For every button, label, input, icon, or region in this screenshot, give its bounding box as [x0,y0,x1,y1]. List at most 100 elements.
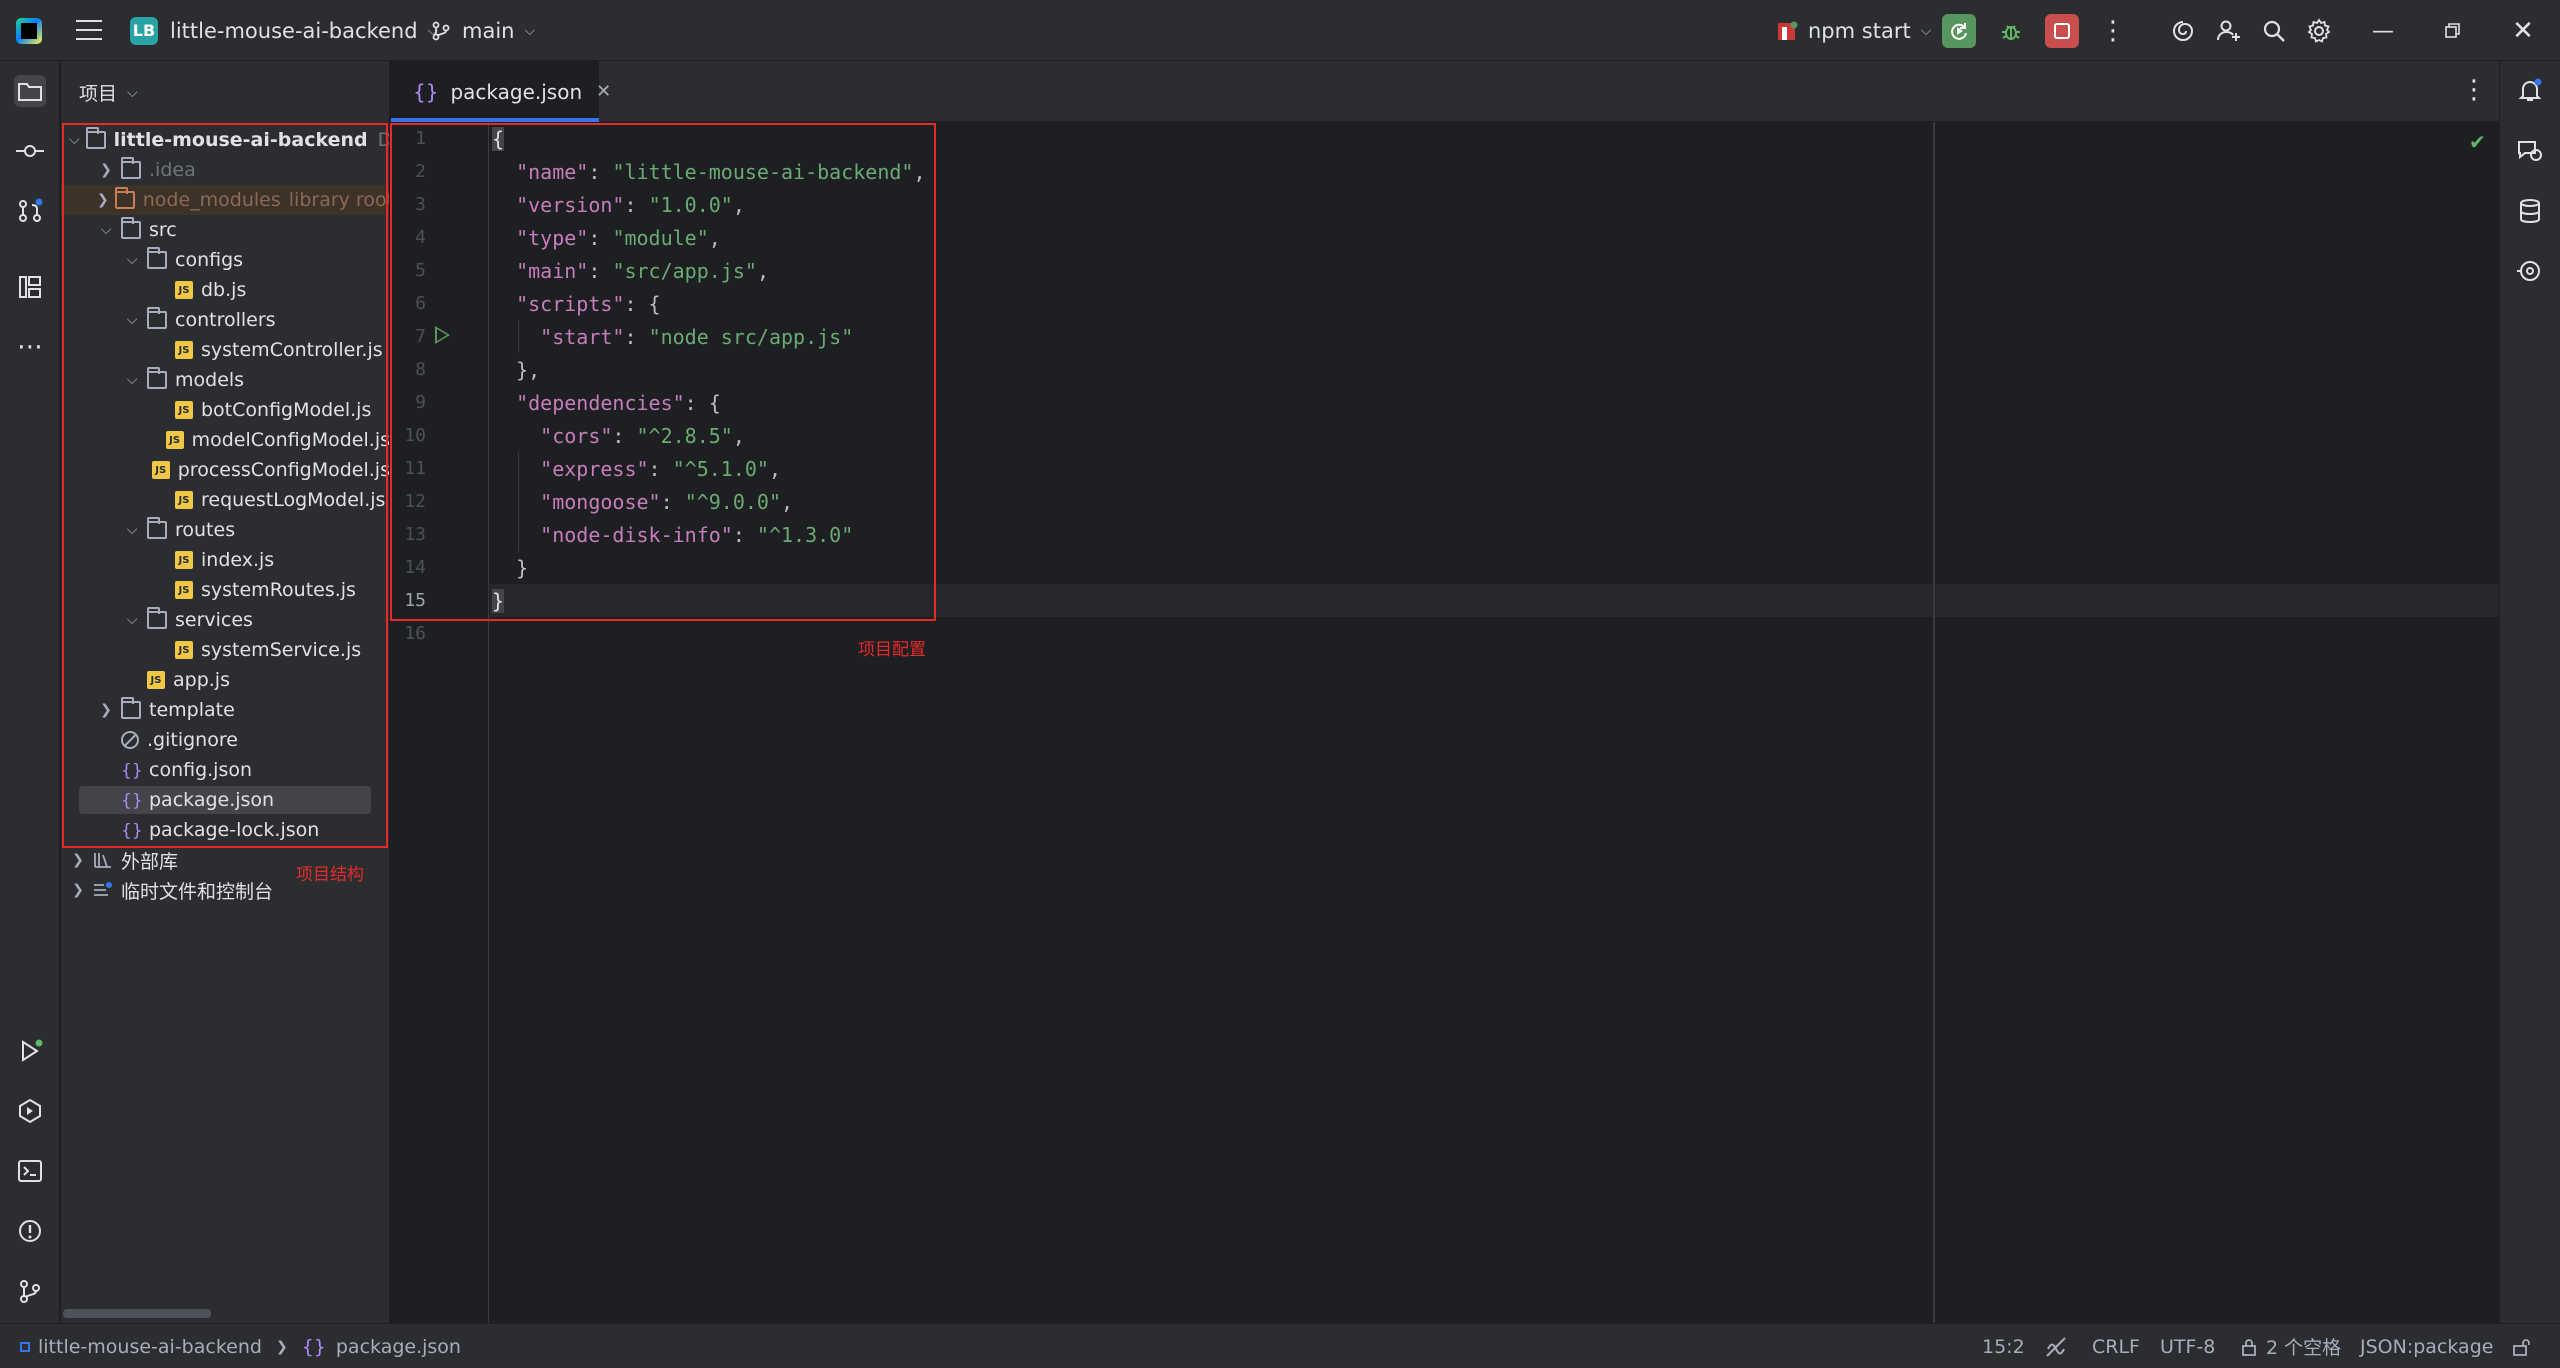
unlock-icon [2513,1338,2530,1356]
run-config-name: npm start [1808,18,1911,43]
json-file-icon: {} [301,1335,326,1358]
git-branch-icon [432,21,450,40]
project-panel-header[interactable]: 项目 ⌵ [79,79,138,106]
git-tool-icon[interactable] [14,1275,46,1307]
json-file-icon: {} [413,79,439,104]
folder-icon [18,83,42,101]
indent-settings[interactable]: 2 个空格 [2240,1324,2341,1368]
branch-name: main [462,18,515,43]
project-switcher[interactable]: LB little-mouse-ai-backend ⌵ [130,0,438,61]
scratches-icon [94,882,112,896]
terminal-tool-icon[interactable] [14,1155,46,1187]
bug-icon [2002,25,2020,40]
line-number: 16 [404,623,426,644]
tree-item-label: 外部库 [121,850,179,873]
project-config-annotation: 项目配置 [858,640,926,660]
search-icon[interactable] [2257,14,2291,48]
run-tool-icon[interactable] [14,1035,46,1067]
chevron-right-icon: ❯ [275,1338,288,1355]
database-icon[interactable] [2514,195,2546,227]
stop-icon [2054,23,2070,39]
horizontal-scrollbar[interactable] [63,1309,211,1318]
minimize-window-icon[interactable]: — [2366,14,2400,48]
rerun-button[interactable] [1942,14,1976,48]
settings-icon[interactable] [2302,14,2336,48]
more-actions-icon[interactable]: ⋮ [2096,14,2130,48]
commit-icon [16,145,44,157]
services-icon [19,1098,41,1124]
read-only-toggle-icon[interactable] [2512,1324,2532,1368]
editor-tab-bar: {} package.json ✕ ⋮ [391,61,2499,122]
project-config-highlight [390,123,936,621]
ai-assistant-icon[interactable] [2166,14,2200,48]
close-icon[interactable]: ✕ [596,81,611,102]
problems-tool-icon[interactable] [14,1215,46,1247]
chevron-right-icon[interactable]: ❯ [69,882,87,898]
chevron-down-icon: ⌵ [524,22,536,39]
project-badge: LB [130,16,158,45]
chevron-down-icon: ⌵ [1920,22,1932,39]
structure-tool-icon[interactable] [14,271,46,303]
warning-circle-icon [19,1220,41,1242]
more-tools-icon[interactable]: ⋯ [14,331,46,363]
breadcrumb-file[interactable]: package.json [336,1336,461,1358]
stop-button[interactable] [2045,14,2079,48]
project-name: little-mouse-ai-backend [170,18,418,43]
tab-label: package.json [450,79,583,104]
breadcrumb-project[interactable]: little-mouse-ai-backend [38,1336,262,1358]
project-panel-title: 项目 [79,83,118,105]
webstorm-logo-icon[interactable] [16,18,42,44]
bell-icon [2518,78,2542,101]
debug-button[interactable] [1994,14,2028,48]
tab-package-json[interactable]: {} package.json ✕ [391,61,611,122]
gear-icon [2307,18,2331,43]
db-cylinder-icon [2520,199,2540,224]
line-ending[interactable]: CRLF [2092,1324,2140,1368]
indent-label: 2 个空格 [2266,1337,2342,1359]
ai-chat-icon[interactable] [2514,135,2546,167]
chat-spiral-icon [2518,141,2542,161]
spiral-icon [2173,21,2194,41]
user-plus-icon [2217,20,2240,41]
no-inspection-icon [2046,1336,2066,1357]
terminal-icon [18,1160,42,1182]
structure-icon [19,276,41,298]
right-margin-guide [1933,122,1935,1323]
lock-indent-icon [2242,1338,2256,1356]
restore-window-icon[interactable] [2436,14,2470,48]
right-tool-strip [2499,61,2560,1323]
project-structure-annotation: 项目结构 [296,865,364,885]
close-window-icon[interactable]: ✕ [2506,14,2540,48]
file-encoding[interactable]: UTF-8 [2160,1324,2215,1368]
library-icon [94,853,111,868]
run-config-selector[interactable]: npm start ⌵ [1776,0,1931,61]
project-tool-icon[interactable] [14,75,46,107]
magnifier-icon [2263,20,2285,42]
tab-options-icon[interactable]: ⋮ [2461,75,2487,105]
project-structure-highlight [62,123,388,848]
git-icon [20,1280,40,1303]
module-icon [20,1341,30,1352]
commit-tool-icon[interactable] [14,135,46,167]
checkmark-icon[interactable]: ✔ [2469,130,2486,154]
cursor-position[interactable]: 15:2 [1982,1324,2025,1368]
chevron-right-icon[interactable]: ❯ [69,852,87,868]
chevron-down-icon: ⌵ [127,84,138,101]
services-tool-icon[interactable] [14,1095,46,1127]
left-tool-strip: ⋯ [0,61,60,1323]
npm-icon [1778,21,1798,40]
file-type[interactable]: JSON:package [2360,1324,2493,1368]
breadcrumb: little-mouse-ai-backend ❯ {} package.jso… [20,1324,461,1368]
pull-requests-tool-icon[interactable] [14,195,46,227]
notifications-icon[interactable] [2514,75,2546,107]
add-user-icon[interactable] [2212,14,2246,48]
endpoints-icon[interactable] [2514,255,2546,287]
status-bar: little-mouse-ai-backend ❯ {} package.jso… [0,1323,2560,1368]
play-icon [22,1039,43,1062]
pull-request-icon [19,198,43,222]
inspection-off-icon[interactable] [2044,1324,2068,1368]
branch-switcher[interactable]: main ⌵ [430,0,535,61]
title-bar: LB little-mouse-ai-backend ⌵ main ⌵ npm … [0,0,2560,61]
main-menu-icon[interactable] [76,20,102,40]
restore-icon [2445,23,2460,38]
